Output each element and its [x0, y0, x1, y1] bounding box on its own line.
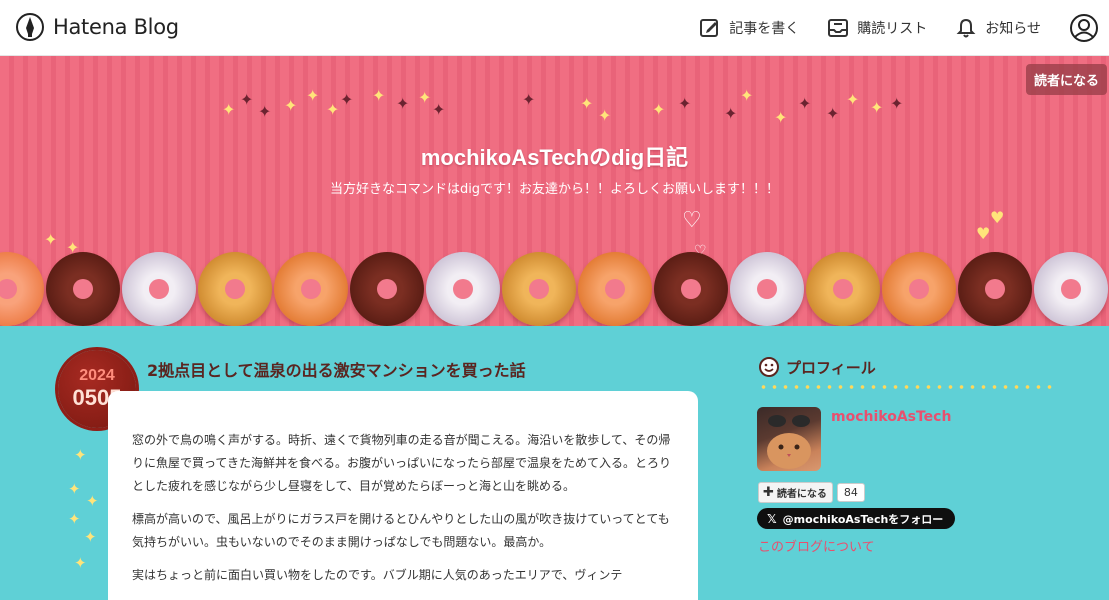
entry-title-link[interactable]: 2拠点目として温泉の出る激安マンションを買った話 [147, 357, 526, 381]
profile-name-link[interactable]: mochikoAsTech [831, 409, 951, 425]
notifications-button[interactable]: お知らせ [955, 17, 1041, 39]
reading-list-label: 購読リスト [857, 21, 928, 37]
nav-items: 記事を書く 購読リスト お知らせ [671, 0, 1099, 56]
entry-date-year: 2024 [79, 367, 115, 384]
sparkle-icon: ✦ [580, 94, 594, 113]
donut-image [502, 252, 576, 326]
subscriber-count: 84 [836, 483, 865, 502]
donut-illustration-row [0, 252, 1109, 326]
donut-image [274, 252, 348, 326]
entry-paragraph: 窓の外で鳥の鳴く声がする。時折、遠くで貨物列車の走る音が聞こえる。海沿いを散歩し… [132, 433, 672, 493]
entry-body: 窓の外で鳥の鳴く声がする。時折、遠くで貨物列車の走る音が聞こえる。海沿いを散歩し… [132, 429, 672, 597]
blog-header-banner: 読者になる ✦ ✦ ✦ ✦ ✦ ✦ ✦ ✦ ✦ ✦ ✦ ✦ ✦ ✦ ✦ ✦ ✦ … [0, 56, 1109, 326]
plus-icon: ✚ [763, 485, 774, 500]
subscribe-button[interactable]: ✚ 読者になる [758, 482, 833, 503]
donut-image [806, 252, 880, 326]
sparkle-icon: ✦ [724, 104, 738, 123]
sparkle-icon: ✦ [418, 88, 432, 107]
sparkle-icon: ✦ [826, 104, 840, 123]
donut-image [350, 252, 424, 326]
edit-icon [700, 19, 719, 37]
sparkle-icon: ✦ [340, 90, 354, 109]
sparkle-icon: ✦ [84, 528, 97, 546]
profile-title: プロフィール [786, 358, 876, 377]
blog-title[interactable]: mochikoAsTechのdig日記 [0, 140, 1109, 172]
profile-avatar-image[interactable] [757, 407, 821, 471]
x-logo-icon: 𝕏 [767, 511, 777, 526]
donut-image [1034, 252, 1108, 326]
write-article-button[interactable]: 記事を書く [699, 17, 799, 39]
sparkle-icon: ✦ [306, 86, 320, 105]
donut-image [578, 252, 652, 326]
sparkle-icon: ✦ [44, 230, 58, 249]
dotted-divider [758, 384, 1058, 390]
sparkle-icon: ✦ [678, 94, 692, 113]
donut-image [46, 252, 120, 326]
sparkle-icon: ✦ [740, 86, 754, 105]
sparkle-icon: ✦ [68, 480, 81, 498]
hatena-blog-logo[interactable]: Hatena Blog [15, 12, 179, 42]
sparkle-icon: ✦ [74, 446, 87, 464]
entry-paragraph: 実はちょっと前に面白い買い物をしたのです。バブル期に人気のあったエリアで、ヴィン… [132, 568, 623, 582]
cat-photo-icon [767, 415, 811, 469]
sparkle-icon: ✦ [522, 90, 536, 109]
sparkle-icon: ✦ [652, 100, 666, 119]
sparkle-icon: ✦ [86, 492, 99, 510]
sparkle-icon: ✦ [74, 554, 87, 572]
sparkle-icon: ✦ [598, 106, 612, 125]
donut-image [0, 252, 44, 326]
smiley-icon [759, 357, 779, 377]
write-article-label: 記事を書く [729, 21, 800, 37]
logo-text: Hatena Blog [53, 15, 179, 39]
donut-image [882, 252, 956, 326]
inbox-icon [828, 19, 849, 37]
about-blog-link[interactable]: このブログについて [758, 536, 875, 555]
sparkle-icon: ✦ [798, 94, 812, 113]
user-menu-button[interactable] [1069, 13, 1099, 43]
donut-image [730, 252, 804, 326]
subscribe-widget: ✚ 読者になる 84 [758, 482, 865, 503]
top-navigation-bar: Hatena Blog 記事を書く 購読リスト お知らせ [0, 0, 1109, 56]
notifications-label: お知らせ [985, 21, 1041, 37]
sparkle-icon: ♥ [976, 224, 991, 243]
pen-nib-icon [16, 13, 44, 41]
donut-image [654, 252, 728, 326]
sparkle-icon: ✦ [774, 108, 788, 127]
donut-image [198, 252, 272, 326]
follow-on-x-button[interactable]: 𝕏 @mochikoAsTechをフォロー [757, 508, 956, 529]
profile-module-header: プロフィール [758, 356, 876, 378]
sparkle-icon: ✦ [372, 86, 386, 105]
bell-icon [956, 18, 976, 38]
heart-icon: ♡ [682, 208, 702, 233]
sparkle-icon: ✦ [240, 90, 254, 109]
sparkle-icon: ✦ [68, 510, 81, 528]
subscribe-header-button[interactable]: 読者になる [1025, 64, 1107, 95]
entry-content-card: 窓の外で鳥の鳴く声がする。時折、遠くで貨物列車の走る音が聞こえる。海沿いを散歩し… [108, 391, 698, 600]
sparkle-icon: ✦ [890, 94, 904, 113]
blog-description: 当方好きなコマンドはdigです！お友達から！！よろしくお願いします！！！ [329, 182, 780, 197]
donut-image [122, 252, 196, 326]
sparkle-icon: ✦ [870, 98, 884, 117]
entry-paragraph: 標高が高いので、風呂上がりにガラス戸を開けるとひんやりとした山の風が吹き抜けてい… [132, 512, 670, 549]
sparkle-icon: ✦ [396, 94, 410, 113]
donut-image [426, 252, 500, 326]
sparkle-icon: ✦ [326, 100, 340, 119]
sparkle-icon: ✦ [846, 90, 860, 109]
user-avatar-icon [1070, 14, 1098, 42]
subscribe-label: 読者になる [776, 489, 827, 500]
sparkle-icon: ✦ [432, 100, 446, 119]
sparkle-icon: ✦ [258, 102, 272, 121]
donut-image [958, 252, 1032, 326]
sparkle-icon: ✦ [284, 96, 298, 115]
sparkle-icon: ♥ [990, 208, 1005, 227]
reading-list-button[interactable]: 購読リスト [827, 17, 927, 39]
sparkle-icon: ✦ [222, 100, 236, 119]
follow-label: @mochikoAsTechをフォロー [782, 512, 944, 526]
